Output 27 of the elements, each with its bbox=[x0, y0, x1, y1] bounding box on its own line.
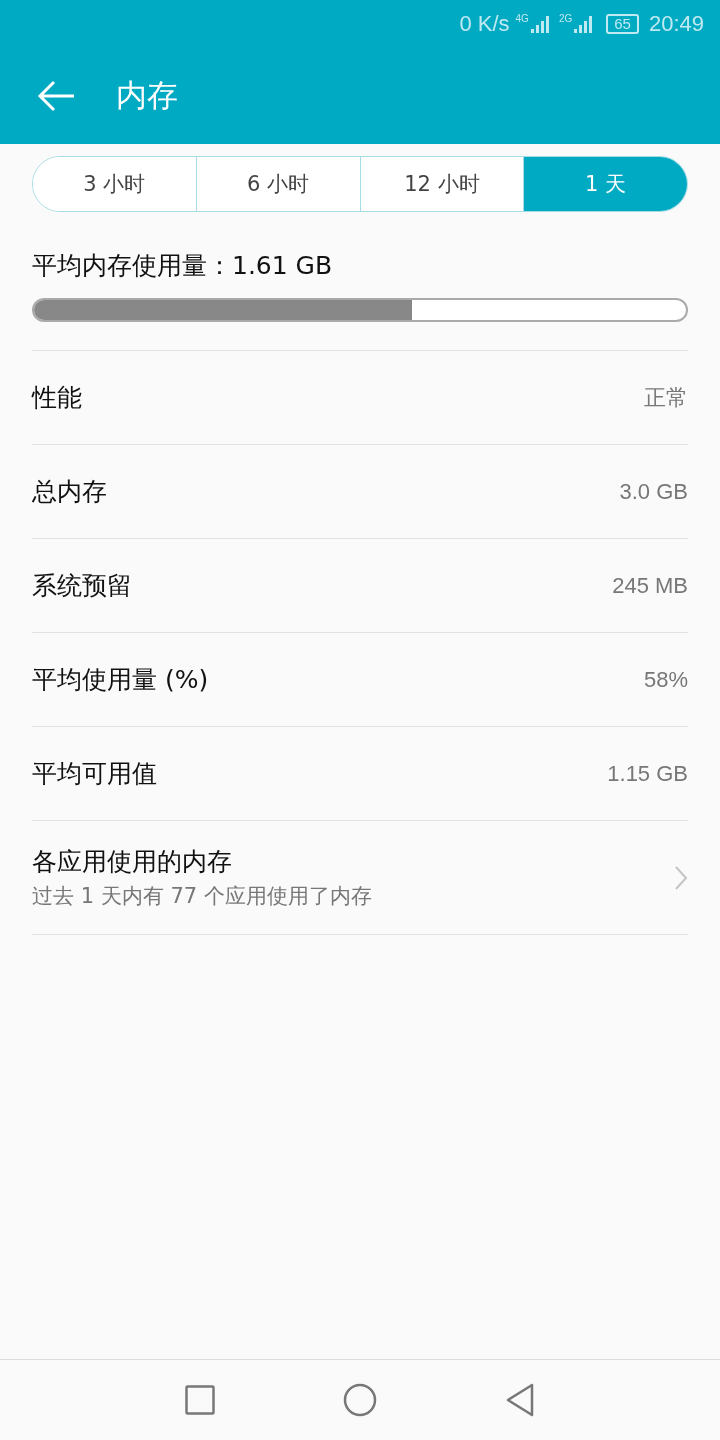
network-type: 4G bbox=[515, 13, 529, 24]
battery-indicator: 65 bbox=[606, 14, 639, 34]
network-speed: 0 K/s bbox=[459, 11, 510, 37]
row-value: 3.0 GB bbox=[619, 478, 688, 505]
clock: 20:49 bbox=[648, 11, 704, 37]
time-range-tab[interactable]: 6 小时 bbox=[195, 157, 360, 211]
recent-apps-icon[interactable] bbox=[185, 1385, 215, 1415]
time-range-tab[interactable]: 12 小时 bbox=[359, 157, 524, 211]
item-subtitle: 过去 1 天内有 77 个应用使用了内存 bbox=[32, 883, 372, 910]
row-value: 245 MB bbox=[612, 572, 688, 599]
row-label: 总内存 bbox=[32, 476, 107, 508]
row-label: 性能 bbox=[32, 382, 82, 414]
home-icon[interactable] bbox=[343, 1383, 377, 1417]
back-icon[interactable] bbox=[505, 1383, 535, 1417]
row-label: 平均使用量 (%) bbox=[32, 664, 209, 696]
time-range-tab[interactable]: 3 小时 bbox=[33, 157, 196, 211]
row-label: 系统预留 bbox=[32, 570, 132, 602]
row-label: 平均可用值 bbox=[32, 758, 157, 790]
app-usage-item[interactable]: 各应用使用的内存 过去 1 天内有 77 个应用使用了内存 bbox=[32, 820, 688, 935]
item-title: 各应用使用的内存 bbox=[32, 846, 233, 878]
row-value: 正常 bbox=[644, 383, 688, 412]
row-value: 58% bbox=[643, 666, 688, 693]
row-value: 1.15 GB bbox=[607, 760, 688, 787]
average-usage-label: 平均内存使用量：1.61 GB bbox=[32, 250, 334, 282]
page-title: 内存 bbox=[116, 76, 178, 115]
network-type: 2G bbox=[558, 13, 573, 24]
chevron-icon bbox=[674, 864, 688, 891]
